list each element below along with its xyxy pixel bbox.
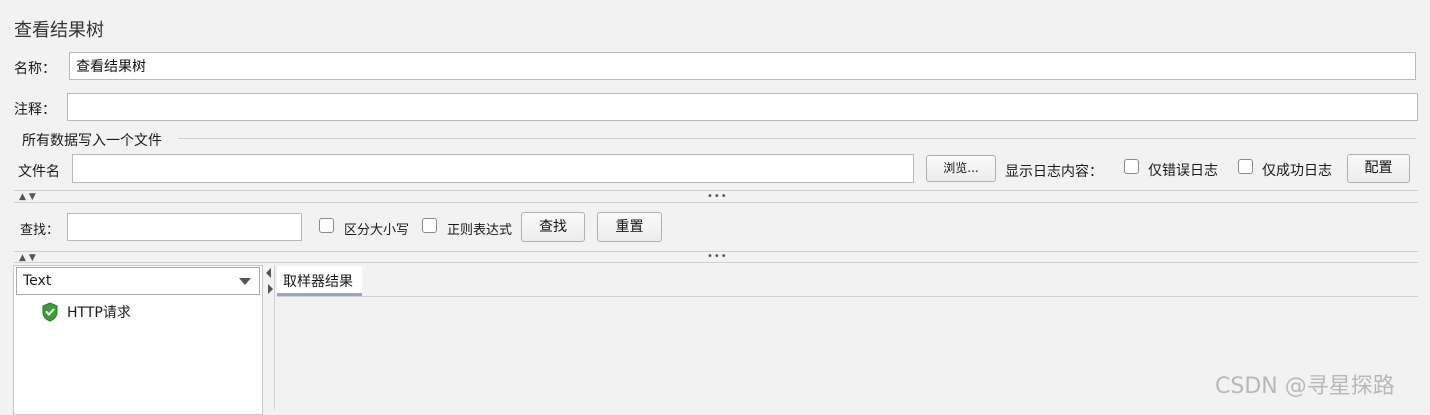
regex-label: 正则表达式 — [447, 223, 513, 238]
errors-only-label: 仅错误日志 — [1148, 163, 1218, 179]
renderer-selected-value: Text — [23, 273, 52, 289]
splitter-handle[interactable]: ••• — [707, 191, 728, 202]
tree-item-label: HTTP请求 — [67, 305, 131, 321]
search-input[interactable] — [67, 213, 302, 241]
case-sensitive-checkbox[interactable] — [319, 218, 334, 233]
filename-field[interactable] — [72, 154, 914, 183]
tab-sampler-result-label: 取样器结果 — [283, 274, 353, 290]
success-only-label: 仅成功日志 — [1262, 163, 1332, 179]
find-button[interactable]: 查找 — [521, 212, 585, 242]
errors-only-checkbox[interactable] — [1124, 159, 1139, 174]
success-only-checkbox[interactable] — [1238, 159, 1253, 174]
success-shield-icon — [40, 302, 60, 322]
comment-field[interactable] — [67, 93, 1418, 121]
tab-strip-divider — [277, 296, 1418, 297]
renderer-select[interactable]: Text — [16, 267, 260, 295]
file-section-legend: 所有数据写入一个文件 — [22, 133, 162, 149]
splitter2-line-bottom — [14, 262, 1418, 263]
tree-item[interactable]: HTTP请求 — [40, 301, 131, 323]
name-label: 名称： — [14, 61, 56, 77]
section-divider — [178, 138, 1416, 139]
name-field[interactable] — [69, 52, 1416, 80]
split-collapse-arrows[interactable]: ▲▼ — [19, 192, 39, 202]
configure-button[interactable]: 配置 — [1347, 154, 1410, 183]
tab-sampler-result[interactable]: 取样器结果 — [277, 266, 362, 296]
case-sensitive-label: 区分大小写 — [344, 223, 410, 238]
regex-checkbox[interactable] — [422, 218, 437, 233]
comment-label: 注释： — [14, 102, 56, 118]
log-display-label: 显示日志内容： — [1005, 164, 1103, 180]
vertical-splitter — [274, 265, 275, 409]
browse-button[interactable]: 浏览... — [926, 155, 996, 182]
panel-title: 查看结果树 — [14, 20, 104, 41]
filename-label: 文件名 — [18, 164, 60, 180]
splitter-line-bottom — [14, 202, 1418, 203]
splitter2-handle[interactable]: ••• — [707, 251, 728, 262]
search-label: 查找： — [20, 223, 60, 238]
csdn-watermark: CSDN @寻星探路 — [1215, 374, 1395, 399]
expand-right-icon[interactable] — [268, 284, 273, 294]
reset-button[interactable]: 重置 — [597, 212, 662, 242]
collapse-left-icon[interactable] — [266, 268, 271, 278]
chevron-down-icon[interactable] — [239, 278, 251, 285]
